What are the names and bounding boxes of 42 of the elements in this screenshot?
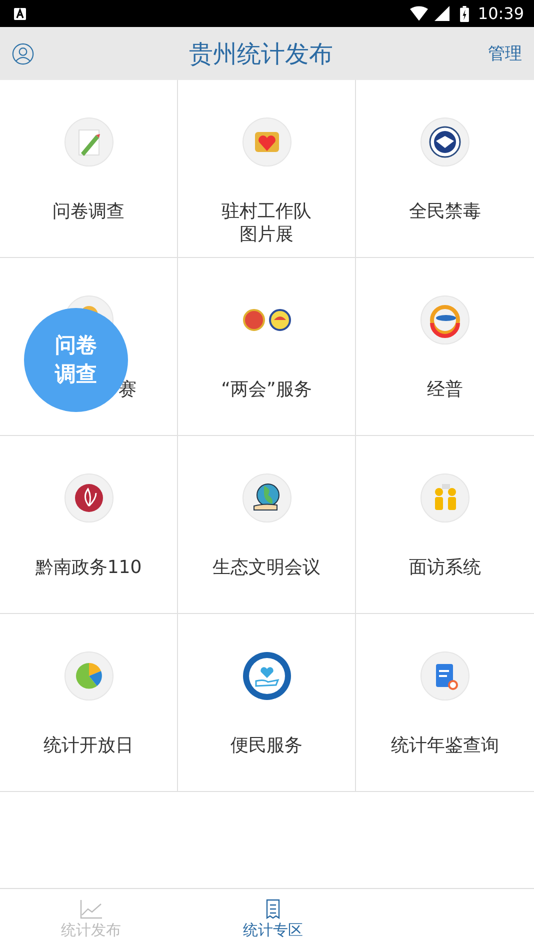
tile-label: 驻村工作队图片展: [222, 200, 312, 247]
document-search-icon: [420, 651, 470, 701]
pencil-note-icon: [64, 117, 114, 167]
menu-tile[interactable]: 问卷调查: [0, 80, 178, 258]
ring-logo-icon: [420, 295, 470, 345]
signal-icon: [432, 6, 451, 21]
menu-tile[interactable]: “两会”服务: [178, 258, 356, 436]
menu-tile[interactable]: 统计年鉴查询: [356, 614, 534, 791]
tile-label: 问卷调查: [52, 200, 124, 224]
tile-label: “两会”服务: [221, 378, 312, 402]
tile-label: 面访系统: [409, 556, 481, 580]
tile-label: 经普: [427, 378, 463, 402]
menu-tile[interactable]: 便民服务: [178, 614, 356, 791]
tile-label: 统计开放日: [44, 734, 134, 758]
menu-tile[interactable]: 全民禁毒: [356, 80, 534, 258]
tile-label: 黔南政务110: [35, 556, 142, 580]
nav-tab[interactable]: 统计专区: [182, 889, 364, 950]
app-title: 贵州统计发布: [189, 38, 333, 70]
heart-folder-icon: [242, 117, 292, 167]
heart-hand-icon: [242, 651, 292, 701]
menu-tile[interactable]: 生态文明会议: [178, 436, 356, 614]
wifi-icon: [410, 6, 428, 21]
tile-label: 便民服务: [230, 734, 302, 758]
tile-label: 统计年鉴查询: [391, 734, 499, 758]
globe-hand-icon: [242, 473, 292, 523]
line-chart-icon: [79, 899, 103, 919]
people-icon: [420, 473, 470, 523]
pie-chart-icon: [64, 651, 114, 701]
notification-icon: [14, 8, 26, 20]
clock-time: 10:39: [478, 4, 524, 23]
tile-label: 生态文明会议: [212, 556, 320, 580]
menu-tile[interactable]: 黔南政务110: [0, 436, 178, 614]
user-icon[interactable]: [12, 42, 34, 64]
manage-button[interactable]: 管理: [488, 42, 522, 65]
menu-tile[interactable]: 经普: [356, 258, 534, 436]
menu-tile[interactable]: 驻村工作队图片展: [178, 80, 356, 258]
emblem-icon: [420, 117, 470, 167]
menu-tile[interactable]: 面访系统: [356, 436, 534, 614]
menu-tile[interactable]: 统计开放日: [0, 614, 178, 791]
battery-icon: [460, 6, 469, 22]
tile-label: 全民禁毒: [409, 200, 481, 224]
leaf-logo-icon: [64, 473, 114, 523]
